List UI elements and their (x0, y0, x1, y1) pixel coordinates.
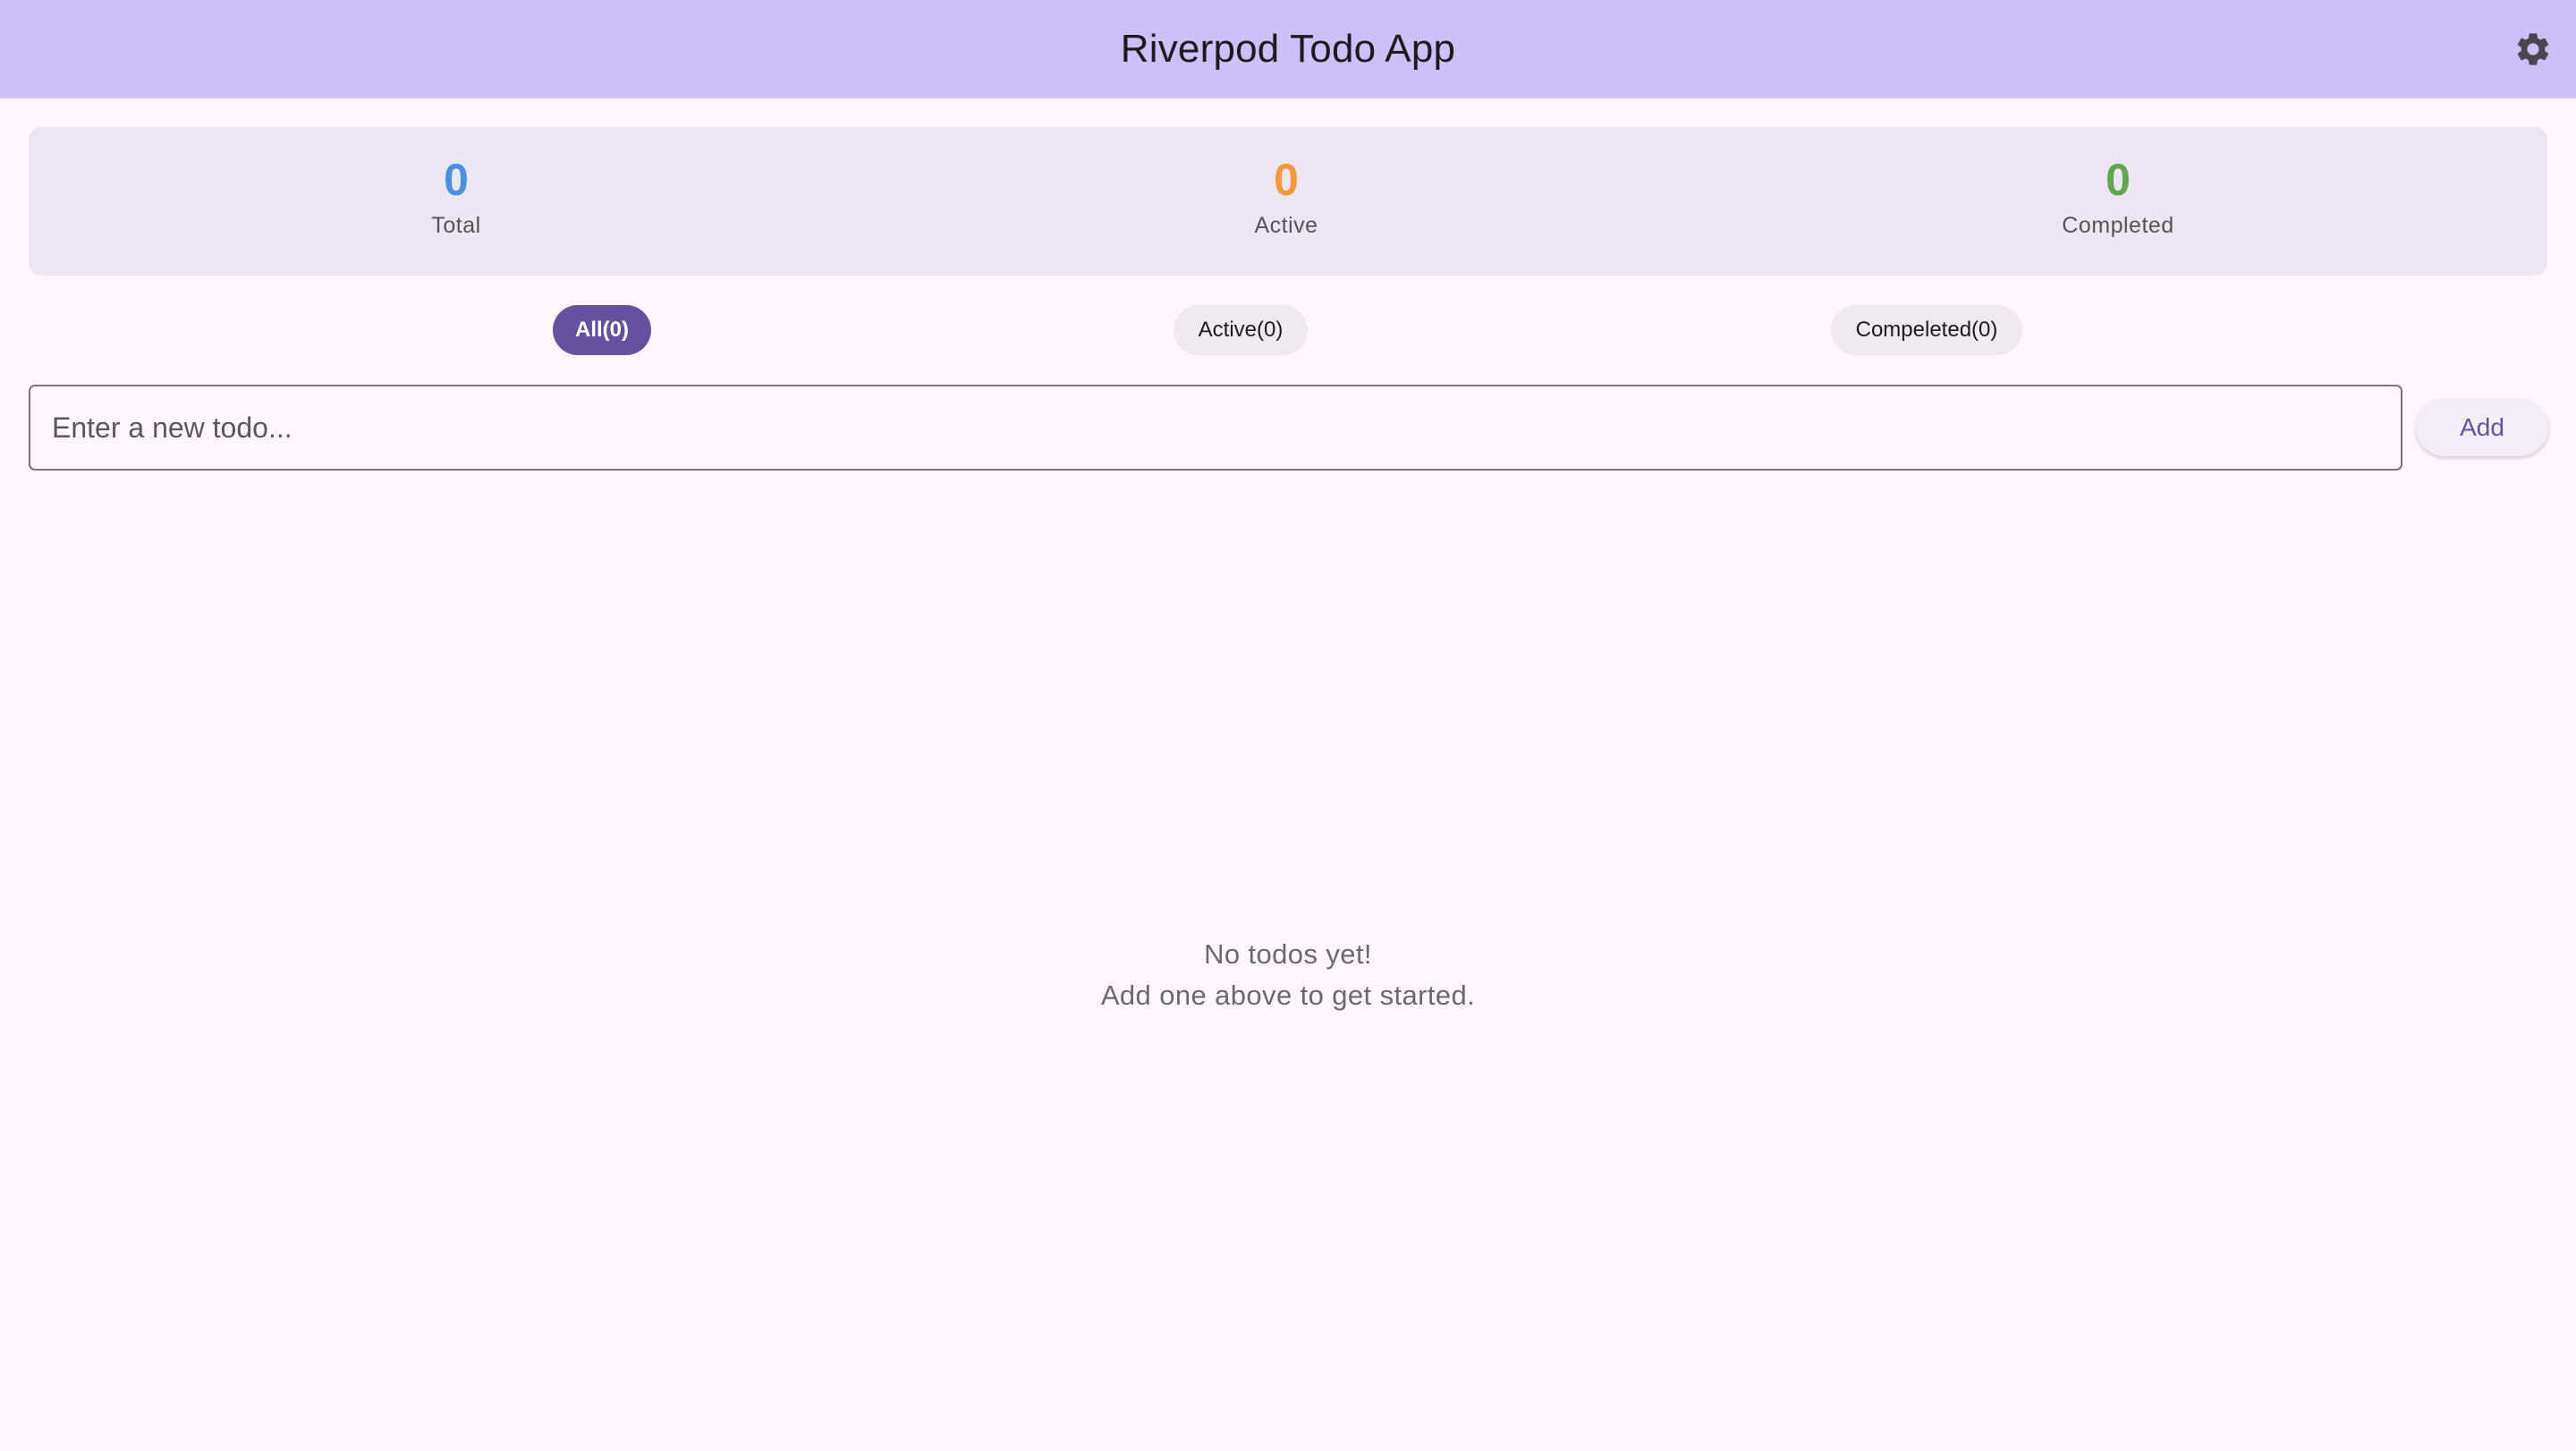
add-todo-button[interactable]: Add (2416, 399, 2548, 456)
stat-total: 0 Total (29, 127, 884, 276)
filter-chip-active[interactable]: Active(0) (1174, 305, 1308, 355)
gear-icon (2517, 33, 2549, 65)
total-count: 0 (444, 155, 469, 205)
filter-chip-all[interactable]: All(0) (553, 305, 651, 355)
app-bar: Riverpod Todo App (0, 0, 2576, 98)
settings-button[interactable] (2506, 22, 2560, 76)
filter-chip-completed[interactable]: Compeleted(0) (1831, 305, 2022, 355)
active-label: Active (1254, 213, 1318, 238)
total-label: Total (431, 213, 481, 238)
empty-state: No todos yet! Add one above to get start… (0, 934, 2576, 1016)
completed-label: Completed (2062, 213, 2174, 238)
stat-completed: 0 Completed (1689, 127, 2547, 276)
active-count: 0 (1274, 155, 1299, 205)
completed-count: 0 (2106, 155, 2131, 205)
empty-state-hint: Add one above to get started. (1100, 980, 1476, 1011)
new-todo-input[interactable] (29, 385, 2402, 471)
empty-state-title: No todos yet! (1204, 938, 1372, 970)
stat-active: 0 Active (884, 127, 1689, 276)
stats-card: 0 Total 0 Active 0 Completed (29, 127, 2547, 276)
app-title: Riverpod Todo App (1120, 27, 1456, 71)
